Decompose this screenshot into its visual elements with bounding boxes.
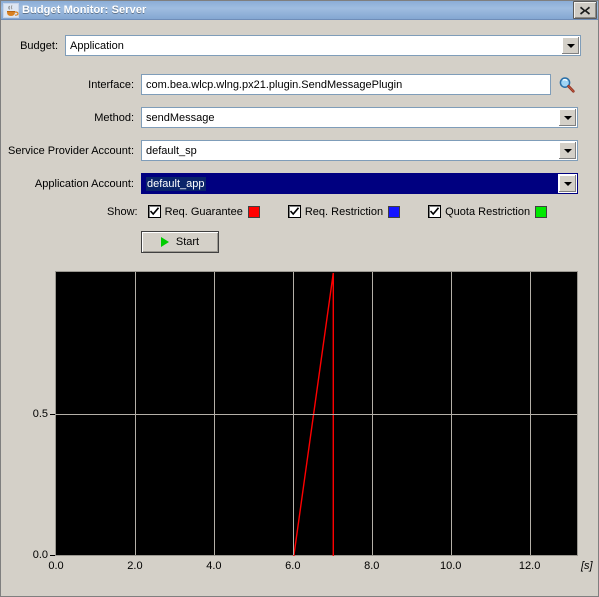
budget-monitor-window: Budget Monitor: Server Budget: Applicati… xyxy=(0,0,599,597)
chart-x-unit-label: [s] xyxy=(581,560,593,572)
chart-x-tick-label: 2.0 xyxy=(127,560,143,572)
chart-x-tick-label: 8.0 xyxy=(364,560,380,572)
budget-chart: 0.0 2.0 4.0 6.0 8.0 10.0 12.0 0.0 0.5 [s] xyxy=(1,1,598,596)
chart-y-tick-mark xyxy=(50,555,55,556)
chart-x-tick-label: 0.0 xyxy=(48,560,64,572)
chart-y-tick-mark xyxy=(50,414,55,415)
chart-gridline-horizontal xyxy=(56,414,577,415)
chart-x-tick-label: 4.0 xyxy=(206,560,222,572)
chart-x-tick-label: 6.0 xyxy=(285,560,301,572)
chart-plot-area[interactable] xyxy=(55,271,578,557)
chart-x-tick-label: 10.0 xyxy=(439,560,462,572)
chart-y-tick-label: 0.0 xyxy=(32,549,48,561)
chart-y-tick-label: 0.5 xyxy=(32,407,48,420)
chart-x-tick-label: 12.0 xyxy=(518,560,541,572)
